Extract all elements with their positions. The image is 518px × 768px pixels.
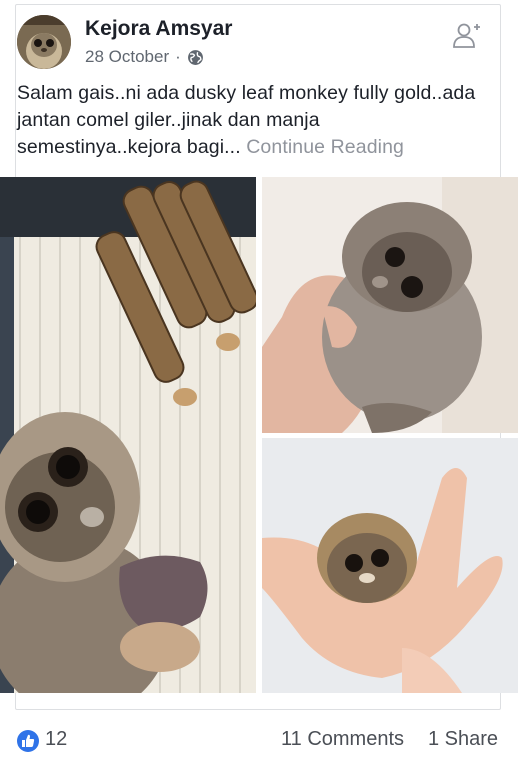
add-friend-icon[interactable]	[451, 21, 481, 51]
photo-loris-cage[interactable]	[0, 177, 256, 693]
post-date[interactable]: 28 October	[85, 47, 169, 67]
like-count[interactable]: 12	[45, 728, 67, 751]
meta-separator: ·	[175, 47, 181, 66]
post-footer: 12 11 Comments 1 Share	[0, 724, 518, 760]
author-avatar[interactable]	[17, 15, 71, 69]
comments-count[interactable]: 11 Comments	[281, 728, 404, 751]
photo-loris-palm[interactable]	[262, 438, 518, 693]
author-name[interactable]: Kejora Amsyar	[85, 17, 232, 41]
photo-grid	[0, 177, 518, 693]
continue-reading-link[interactable]: Continue Reading	[246, 136, 404, 158]
post-text: Salam gais..ni ada dusky leaf monkey ful…	[17, 80, 477, 161]
thumbs-up-icon[interactable]	[17, 730, 39, 752]
globe-icon	[187, 49, 204, 66]
photo-loris-hand[interactable]	[262, 177, 518, 433]
post-meta: 28 October ·	[85, 47, 204, 67]
shares-count[interactable]: 1 Share	[428, 728, 498, 751]
post-header: Kejora Amsyar 28 October ·	[17, 13, 487, 73]
